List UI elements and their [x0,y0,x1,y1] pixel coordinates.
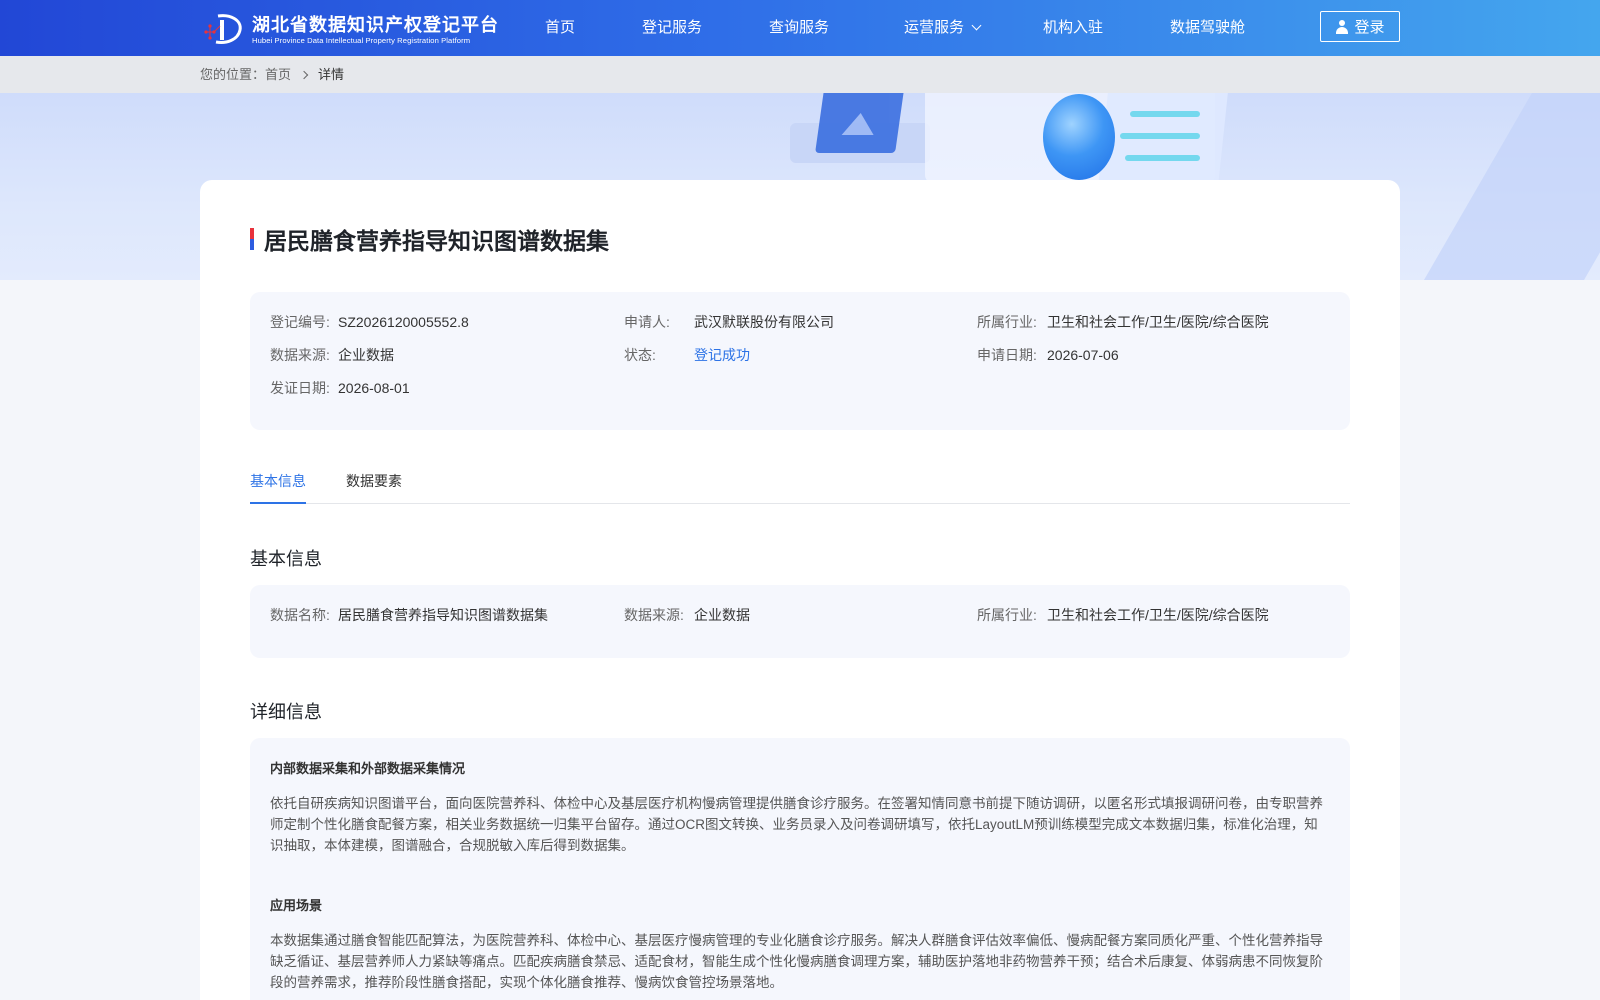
banner-decoration [1404,93,1600,280]
logo-title: 湖北省数据知识产权登记平台 [252,15,499,35]
login-label: 登录 [1354,19,1385,36]
banner-sphere [1043,94,1115,180]
chevron-right-icon [299,70,309,79]
collection-text: 依托自研疾病知识图谱平台，面向医院营养科、体检中心及基层医疗机构慢病管理提供膳食… [270,796,1323,853]
breadcrumb: 您的位置： 首页 详情 [200,56,344,93]
scenario-text: 本数据集通过膳食智能匹配算法，为医院营养科、体检中心、基层医疗慢病管理的专业化膳… [270,933,1323,990]
breadcrumb-home-link[interactable]: 首页 [265,56,291,93]
logo-subtitle: Hubei Province Data Intellectual Propert… [252,36,471,45]
basic-data-source: 数据来源: 企业数据 [624,607,750,623]
detail-info-panel: 内部数据采集和外部数据采集情况 依托自研疾病知识图谱平台，面向医院营养科、体检中… [250,738,1350,1000]
summary-data-source: 数据来源: 企业数据 [270,347,394,363]
detail-info-heading: 详细信息 [250,702,322,722]
basic-info-heading: 基本信息 [250,549,322,569]
nav-query-service[interactable]: 查询服务 [769,0,829,56]
basic-data-name: 数据名称: 居民膳食营养指导知识图谱数据集 [270,607,548,623]
page-title: 居民膳食营养指导知识图谱数据集 [264,228,609,254]
breadcrumb-prefix: 您的位置： [200,67,266,82]
summary-panel: 登记编号: SZ2026120005552.8 申请人: 武汉默联股份有限公司 所属… [250,292,1350,430]
banner-decoration [1120,133,1200,139]
nav-operation-service[interactable]: 运营服务 [904,0,982,56]
site-logo[interactable]: 湖北省数据知识产权登记平台 Hubei Province Data Intell… [200,12,499,48]
tab-basic-info[interactable]: 基本信息 [250,470,306,504]
chevron-down-icon [971,20,982,31]
collection-heading: 内部数据采集和外部数据采集情况 [270,761,466,776]
detail-tabs: 基本信息 数据要素 [250,470,1350,504]
basic-info-panel: 数据名称: 居民膳食营养指导知识图谱数据集 数据来源: 企业数据 所属行业: 卫生和社… [250,585,1350,658]
nav-registration-service[interactable]: 登记服务 [642,0,702,56]
breadcrumb-current: 详情 [318,67,345,82]
logo-emblem-icon [200,12,248,48]
banner-decoration [1130,111,1200,117]
nav-operation-label: 运营服务 [904,19,965,36]
status-badge: 登记成功 [694,347,750,363]
title-marker-icon [250,228,254,250]
nav-institution-entry[interactable]: 机构入驻 [1043,0,1103,56]
login-button[interactable]: 登录 [1320,11,1400,42]
top-header: 湖北省数据知识产权登记平台 Hubei Province Data Intell… [0,0,1600,56]
summary-status: 状态: 登记成功 [624,347,750,363]
image-icon [815,93,905,153]
nav-data-cockpit[interactable]: 数据驾驶舱 [1170,0,1245,56]
summary-issue-date: 发证日期: 2026-08-01 [270,380,410,396]
user-icon [1335,19,1349,34]
basic-industry: 所属行业: 卫生和社会工作/卫生/医院/综合医院 [977,607,1269,623]
scenario-heading: 应用场景 [270,898,323,913]
summary-registration-number: 登记编号: SZ2026120005552.8 [270,314,469,330]
nav-home[interactable]: 首页 [545,0,575,56]
summary-apply-date: 申请日期: 2026-07-06 [977,347,1119,363]
tab-data-elements[interactable]: 数据要素 [346,470,402,504]
banner-decoration [1125,155,1200,161]
detail-card: 居民膳食营养指导知识图谱数据集 登记编号: SZ2026120005552.8 申… [200,180,1400,1000]
breadcrumb-bar: 您的位置： 首页 详情 [0,56,1600,93]
summary-industry: 所属行业: 卫生和社会工作/卫生/医院/综合医院 [977,314,1269,330]
summary-applicant: 申请人: 武汉默联股份有限公司 [624,314,834,330]
